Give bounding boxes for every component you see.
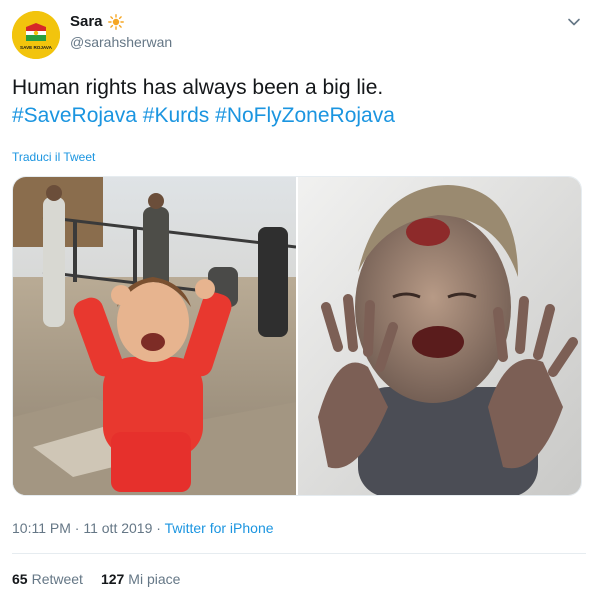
hashtag-noflyzonerojava[interactable]: #NoFlyZoneRojava (215, 104, 395, 127)
likes-stat[interactable]: 127 Mi piace (101, 571, 181, 587)
hashtag-line: #SaveRojava #Kurds #NoFlyZoneRojava (12, 102, 582, 130)
hashtag-saverojava[interactable]: #SaveRojava (12, 104, 137, 127)
display-name[interactable]: Sara (70, 13, 103, 30)
hashtag-kurds[interactable]: #Kurds (143, 104, 210, 127)
photo-injured-boy-image (298, 177, 581, 495)
tweet-text-line: Human rights has always been a big lie. (12, 76, 384, 99)
likes-label: Mi piace (128, 571, 181, 587)
avatar[interactable]: SAVE ROJAVA (12, 11, 60, 59)
user-name-row: Sara (70, 13, 124, 30)
tweet-date[interactable]: 11 ott 2019 (83, 520, 152, 536)
sun-icon (107, 13, 124, 30)
likes-count: 127 (100, 571, 125, 587)
chevron-down-icon[interactable] (566, 14, 582, 30)
divider (12, 553, 586, 554)
tweet-media (12, 176, 582, 496)
avatar-logo-text: SAVE ROJAVA (20, 45, 53, 50)
photo-crying-girl[interactable] (13, 177, 296, 495)
tweet-stats: 65 Retweet 127 Mi piace (12, 571, 180, 587)
photo-crying-girl-image (13, 177, 296, 495)
retweets-label: Retweet (31, 571, 83, 587)
tweet-text: Human rights has always been a big lie. … (12, 74, 582, 130)
retweets-count: 65 (12, 571, 28, 587)
retweets-stat[interactable]: 65 Retweet (12, 571, 83, 587)
photo-injured-boy[interactable] (298, 177, 581, 495)
translate-tweet-link[interactable]: Traduci il Tweet (12, 150, 95, 164)
tweet-source-link[interactable]: Twitter for iPhone (165, 520, 274, 536)
meta-separator: · (70, 520, 84, 536)
tweet-time[interactable]: 10:11 PM (12, 520, 71, 536)
tweet-meta: 10:11 PM · 11 ott 2019 · Twitter for iPh… (12, 520, 274, 536)
avatar-image: SAVE ROJAVA (12, 11, 60, 59)
meta-separator: · (152, 520, 165, 536)
user-handle[interactable]: @sarahsherwan (70, 34, 172, 50)
